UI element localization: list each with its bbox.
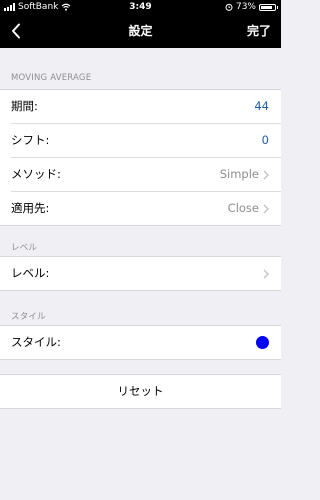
navigation-bar: 設定 完了 bbox=[0, 14, 281, 48]
status-bar: SoftBank 3:49 73% bbox=[0, 0, 281, 14]
apply-to-value: Close bbox=[227, 201, 259, 215]
style-label: スタイル: bbox=[11, 335, 61, 349]
shift-value[interactable]: 0 bbox=[262, 124, 269, 157]
row-style[interactable]: スタイル: bbox=[11, 326, 281, 359]
style-color-swatch[interactable] bbox=[256, 336, 269, 349]
section-header-moving-average: MOVING AVERAGE bbox=[11, 73, 92, 83]
chevron-right-icon bbox=[263, 204, 269, 214]
period-value[interactable]: 44 bbox=[254, 90, 269, 123]
apply-to-label: 適用先: bbox=[11, 201, 50, 215]
style-group: スタイル: bbox=[0, 325, 281, 360]
level-label: レベル: bbox=[11, 266, 50, 280]
row-shift[interactable]: シフト: 0 bbox=[11, 124, 281, 158]
battery-icon bbox=[259, 3, 278, 11]
page-title: 設定 bbox=[128, 24, 153, 38]
method-label: メソッド: bbox=[11, 167, 61, 181]
battery-percent: 73% bbox=[235, 2, 256, 12]
row-apply-to[interactable]: 適用先: Close bbox=[11, 192, 281, 225]
period-label: 期間: bbox=[11, 99, 38, 113]
row-period[interactable]: 期間: 44 bbox=[11, 90, 281, 124]
method-value: Simple bbox=[219, 167, 259, 181]
section-header-style: スタイル bbox=[11, 312, 46, 322]
done-button[interactable]: 完了 bbox=[247, 14, 271, 48]
reset-button[interactable]: リセット bbox=[0, 374, 281, 409]
alarm-icon bbox=[225, 3, 233, 11]
moving-average-group: 期間: 44 シフト: 0 メソッド: Simple 適用先: Close bbox=[0, 89, 281, 226]
section-header-level: レベル bbox=[11, 243, 38, 253]
row-method[interactable]: メソッド: Simple bbox=[11, 158, 281, 192]
level-group: レベル: bbox=[0, 256, 281, 291]
row-level[interactable]: レベル: bbox=[11, 257, 281, 290]
chevron-right-icon bbox=[263, 170, 269, 180]
chevron-right-icon bbox=[263, 269, 269, 279]
shift-label: シフト: bbox=[11, 133, 50, 147]
